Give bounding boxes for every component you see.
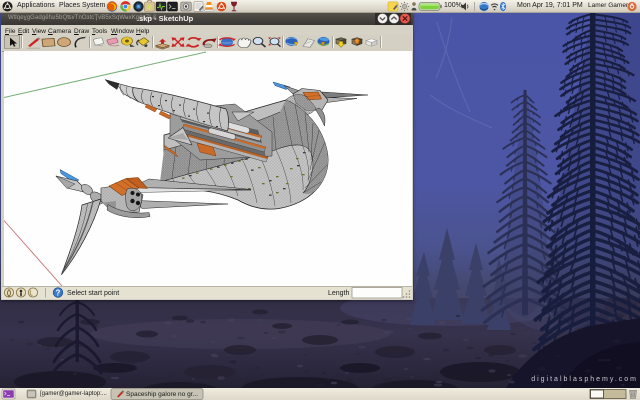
svg-text:Length: Length	[328, 290, 350, 297]
svg-text:digitalblasphemy.com: digitalblasphemy.com	[531, 376, 638, 383]
svg-text:?: ?	[56, 288, 61, 297]
svg-text:Select start point: Select start point	[67, 290, 119, 297]
